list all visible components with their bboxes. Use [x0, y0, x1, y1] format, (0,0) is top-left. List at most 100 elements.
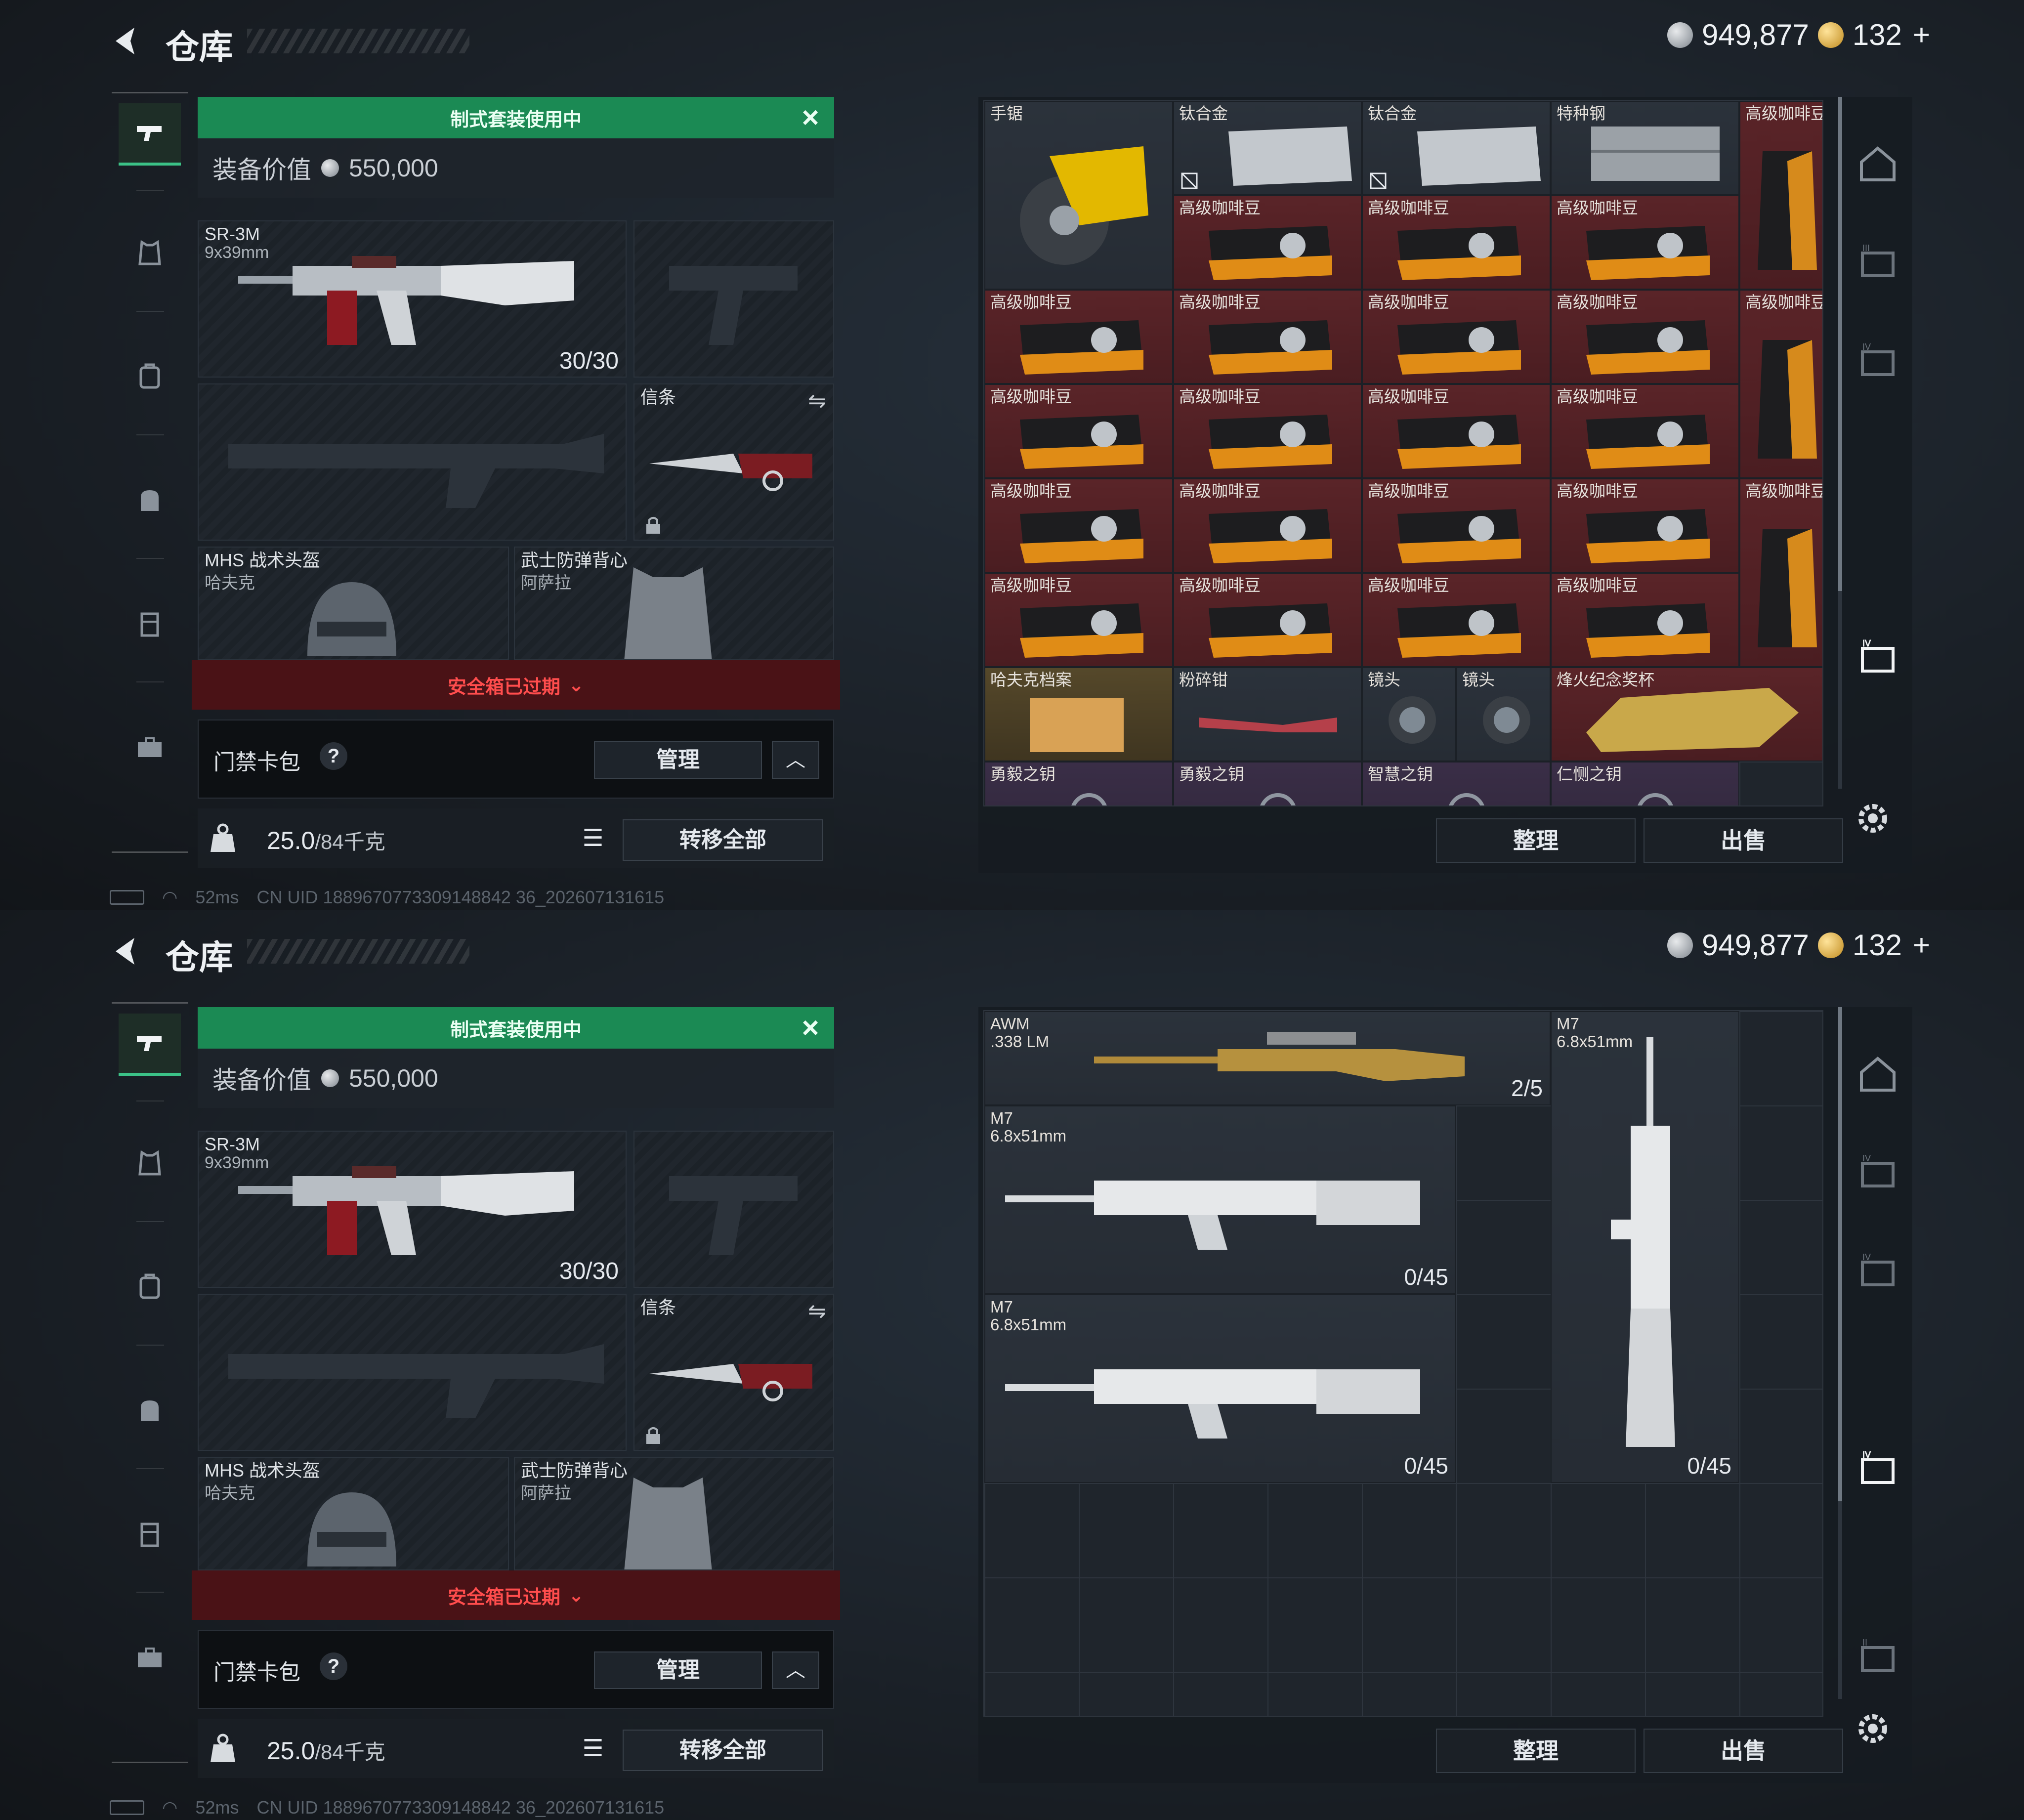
secondary-weapon-slot[interactable] — [633, 220, 834, 378]
tab-all[interactable] — [1852, 1047, 1903, 1101]
gear-icon[interactable] — [1853, 799, 1893, 838]
scrollbar-thumb[interactable] — [1838, 97, 1842, 591]
item-premium-coffee[interactable]: 高级咖啡豆 — [984, 290, 1173, 384]
item-coffee-tall[interactable]: 高级咖啡豆 — [1739, 101, 1822, 290]
manage-button[interactable]: 管理 — [594, 1651, 762, 1689]
helmet-slot[interactable]: MHS 战术头盔 哈夫克 — [198, 1457, 509, 1570]
rail-chest-rig[interactable] — [119, 1256, 181, 1318]
rail-chest-rig[interactable] — [119, 345, 181, 408]
sell-button[interactable]: 出售 — [1644, 818, 1843, 863]
item-crusher-pliers[interactable]: 粉碎钳 — [1173, 667, 1362, 762]
item-titanium-1[interactable]: 钛合金 — [1173, 101, 1362, 195]
primary-weapon-slot[interactable]: SR-3M 9x39mm 30/30 — [198, 220, 627, 378]
gear-icon[interactable] — [1853, 1709, 1893, 1748]
rail-backpack[interactable] — [119, 1379, 181, 1441]
storage-scrollbar[interactable] — [1838, 97, 1842, 789]
back-arrow-icon[interactable] — [110, 934, 144, 969]
item-m7-2[interactable]: M7 6.8x51mm 0/45 — [984, 1294, 1456, 1483]
item-premium-coffee[interactable]: 高级咖啡豆 — [1551, 384, 1739, 478]
transfer-all-button[interactable]: 转移全部 — [623, 1730, 823, 1771]
item-lens-1[interactable]: 镜头 — [1362, 667, 1456, 762]
rail-weapons[interactable] — [119, 1014, 181, 1076]
item-premium-coffee[interactable]: 高级咖啡豆 — [1362, 384, 1551, 478]
item-premium-coffee[interactable]: 高级咖啡豆 — [984, 384, 1173, 478]
rail-briefcase[interactable] — [119, 716, 181, 778]
item-premium-coffee[interactable]: 高级咖啡豆 — [984, 573, 1173, 667]
list-icon[interactable]: ☰ — [573, 1732, 613, 1767]
safe-box-expired-bar[interactable]: 安全箱已过期 ⌄ — [192, 1570, 840, 1620]
item-premium-coffee[interactable]: 高级咖啡豆 — [1551, 573, 1739, 667]
tab-storage-2[interactable]: IV — [1852, 1244, 1903, 1299]
secondary-weapon-slot[interactable] — [633, 1131, 834, 1288]
chevron-up-icon[interactable]: ︿ — [772, 741, 819, 779]
primary-weapon-slot[interactable]: SR-3M 9x39mm 30/30 — [198, 1131, 627, 1288]
melee-slot[interactable]: 信条 ⇋ — [633, 383, 834, 541]
item-m7-1[interactable]: M7 6.8x51mm 0/45 — [984, 1105, 1456, 1294]
item-premium-coffee[interactable]: 高级咖啡豆 — [1173, 573, 1362, 667]
close-icon[interactable]: × — [797, 103, 824, 132]
rail-container[interactable] — [119, 593, 181, 655]
chevron-up-icon[interactable]: ︿ — [772, 1651, 819, 1689]
tab-add-storage[interactable]: II — [1852, 1630, 1903, 1684]
add-currency-button[interactable]: + — [1913, 18, 1930, 52]
safe-box-expired-bar[interactable]: 安全箱已过期 ⌄ — [192, 660, 840, 710]
item-premium-coffee[interactable]: 高级咖啡豆 — [1173, 195, 1362, 290]
rail-container[interactable] — [119, 1503, 181, 1565]
secondary-rifle-slot[interactable] — [198, 383, 627, 541]
sort-button[interactable]: 整理 — [1436, 1729, 1636, 1773]
item-key[interactable]: 勇毅之钥 — [1173, 762, 1362, 805]
item-special-steel[interactable]: 特种钢 — [1551, 101, 1739, 195]
secondary-rifle-slot[interactable] — [198, 1294, 627, 1451]
item-m7-vertical[interactable]: M7 6.8x51mm 0/45 — [1551, 1011, 1739, 1483]
help-icon[interactable]: ? — [320, 1652, 347, 1680]
scrollbar-thumb[interactable] — [1838, 1007, 1842, 1501]
swap-icon[interactable]: ⇋ — [808, 1299, 826, 1324]
list-icon[interactable]: ☰ — [573, 821, 613, 857]
manage-button[interactable]: 管理 — [594, 741, 762, 779]
item-premium-coffee[interactable]: 高级咖啡豆 — [1362, 573, 1551, 667]
close-icon[interactable]: × — [797, 1013, 824, 1043]
transfer-all-button[interactable]: 转移全部 — [623, 819, 823, 861]
item-premium-coffee[interactable]: 高级咖啡豆 — [1362, 195, 1551, 290]
rail-armor[interactable] — [119, 222, 181, 284]
help-icon[interactable]: ? — [320, 742, 347, 770]
item-premium-coffee[interactable]: 高级咖啡豆 — [1551, 478, 1739, 573]
item-premium-coffee[interactable]: 高级咖啡豆 — [1173, 384, 1362, 478]
swap-icon[interactable]: ⇋ — [808, 388, 826, 414]
armor-slot[interactable]: 武士防弹背心 阿萨拉 — [514, 1457, 834, 1570]
item-premium-coffee[interactable]: 高级咖啡豆 — [984, 478, 1173, 573]
helmet-slot[interactable]: MHS 战术头盔 哈夫克 — [198, 547, 509, 660]
item-hand-saw[interactable]: 手锯 — [984, 101, 1173, 290]
add-currency-button[interactable]: + — [1913, 928, 1930, 962]
item-premium-coffee[interactable]: 高级咖啡豆 — [1173, 478, 1362, 573]
tab-storage-2[interactable]: IV — [1852, 334, 1903, 388]
sell-button[interactable]: 出售 — [1644, 1729, 1843, 1773]
item-key[interactable]: 仁恻之钥 — [1551, 762, 1739, 805]
item-lens-2[interactable]: 镜头 — [1456, 667, 1551, 762]
item-key[interactable]: 智慧之钥 — [1362, 762, 1551, 805]
sort-button[interactable]: 整理 — [1436, 818, 1636, 863]
rail-armor[interactable] — [119, 1132, 181, 1194]
storage-scrollbar[interactable] — [1838, 1007, 1842, 1699]
item-awm[interactable]: AWM .338 LM 2/5 — [984, 1011, 1551, 1105]
rail-briefcase[interactable] — [119, 1626, 181, 1689]
item-premium-coffee-tall[interactable]: 高级咖啡豆 — [1739, 290, 1822, 478]
tab-storage-1[interactable]: IV — [1852, 1145, 1903, 1200]
tab-storage-active[interactable]: IV — [1852, 1442, 1903, 1496]
item-titanium-2[interactable]: 钛合金 — [1362, 101, 1551, 195]
item-premium-coffee-tall[interactable]: 高级咖啡豆 — [1739, 478, 1822, 667]
item-premium-coffee[interactable]: 高级咖啡豆 — [1551, 290, 1739, 384]
melee-slot[interactable]: 信条 ⇋ — [633, 1294, 834, 1451]
back-arrow-icon[interactable] — [110, 24, 144, 58]
armor-slot[interactable]: 武士防弹背心 阿萨拉 — [514, 547, 834, 660]
tab-storage-active[interactable]: IV — [1852, 631, 1903, 685]
rail-weapons[interactable] — [119, 103, 181, 166]
item-key[interactable]: 勇毅之钥 — [984, 762, 1173, 805]
item-haavk-file[interactable]: 哈夫克档案 — [984, 667, 1173, 762]
item-beacon-trophy[interactable]: 烽火纪念奖杯 — [1551, 667, 1822, 762]
item-premium-coffee[interactable]: 高级咖啡豆 — [1173, 290, 1362, 384]
item-premium-coffee[interactable]: 高级咖啡豆 — [1551, 195, 1739, 290]
item-premium-coffee[interactable]: 高级咖啡豆 — [1362, 290, 1551, 384]
rail-backpack[interactable] — [119, 469, 181, 531]
tab-all[interactable] — [1852, 136, 1903, 191]
